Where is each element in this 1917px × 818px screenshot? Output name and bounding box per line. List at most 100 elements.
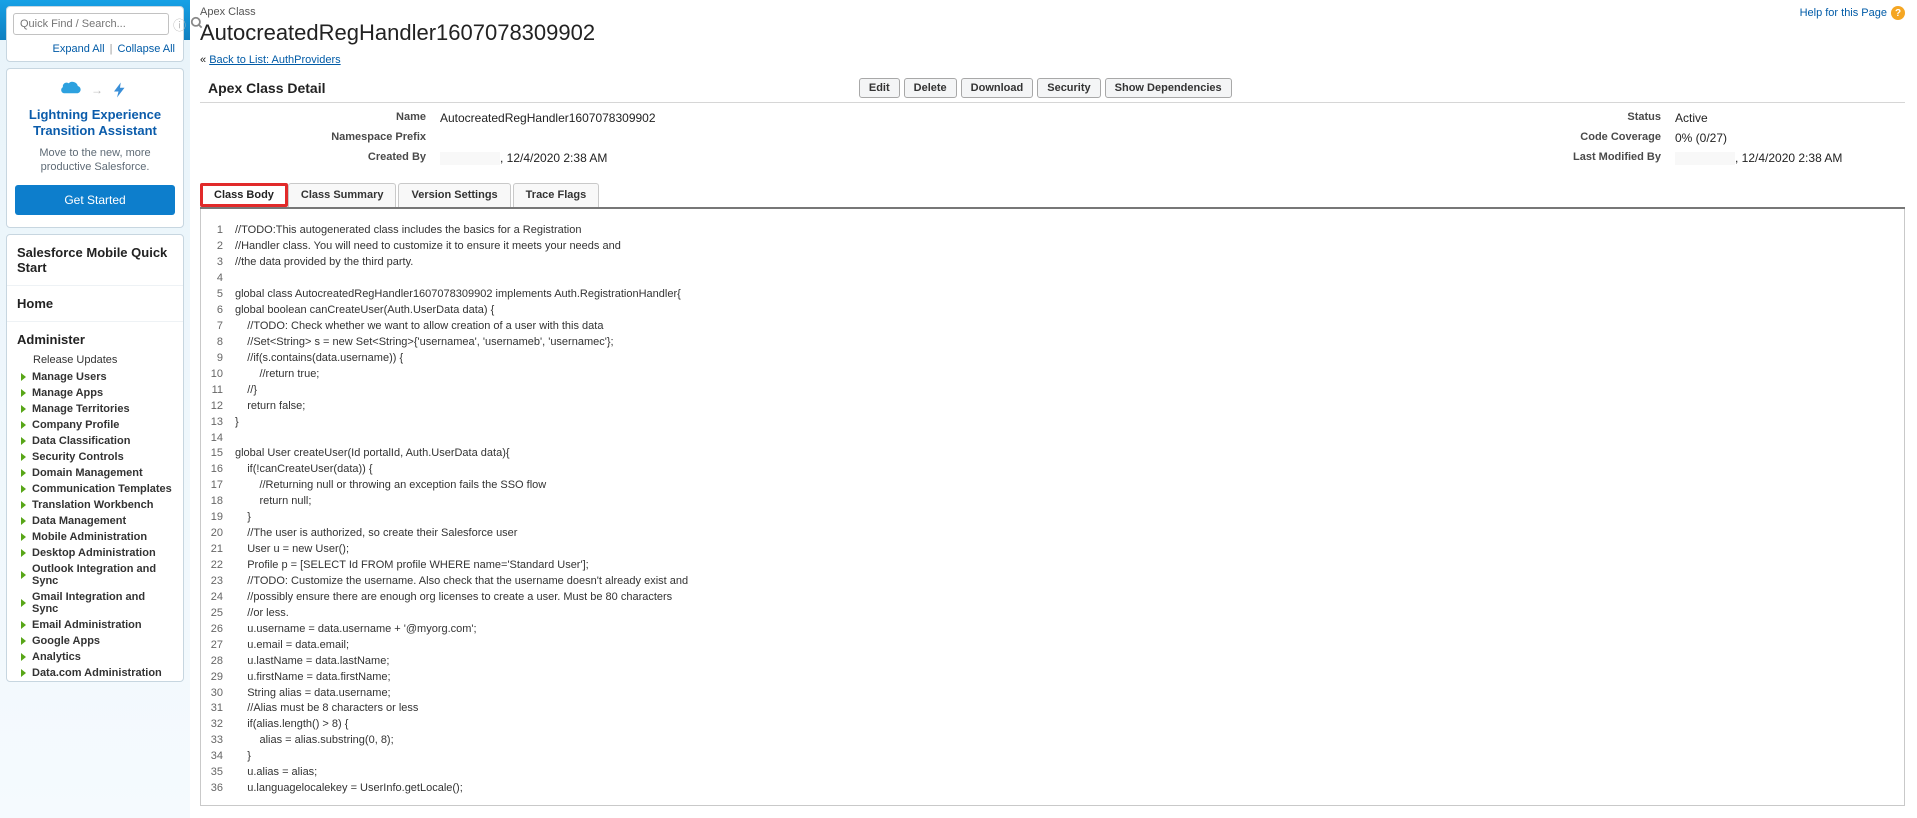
sidebar-item-desktop-administration[interactable]: Desktop Administration: [7, 545, 183, 561]
tab-class-body[interactable]: Class Body: [203, 186, 285, 204]
lex-transition-card: → Lightning Experience Transition Assist…: [6, 68, 184, 228]
expand-arrow-icon: [21, 421, 26, 429]
sidebar-item-manage-users[interactable]: Manage Users: [7, 369, 183, 385]
sidebar-item-data-classification[interactable]: Data Classification: [7, 433, 183, 449]
sidebar-item-translation-workbench[interactable]: Translation Workbench: [7, 497, 183, 513]
code-line: 6global boolean canCreateUser(Auth.UserD…: [201, 303, 1904, 319]
detail-tabs: Class Body Class Summary Version Setting…: [200, 183, 1905, 209]
show-dependencies-button[interactable]: Show Dependencies: [1105, 78, 1232, 98]
sidebar-item-data-management[interactable]: Data Management: [7, 513, 183, 529]
download-button[interactable]: Download: [961, 78, 1034, 98]
line-number: 13: [201, 415, 235, 431]
sidebar-item-data-com-administration[interactable]: Data.com Administration: [7, 665, 183, 681]
expand-arrow-icon: [21, 453, 26, 461]
search-help-icon: ⓘ: [173, 15, 186, 34]
line-text: u.languagelocalekey = UserInfo.getLocale…: [235, 781, 1904, 797]
search-input[interactable]: [13, 13, 169, 35]
back-link-prefix: «: [200, 54, 209, 66]
line-text: //TODO: Check whether we want to allow c…: [235, 319, 1904, 335]
line-text: [235, 431, 1904, 447]
code-line: 4: [201, 271, 1904, 287]
get-started-button[interactable]: Get Started: [15, 185, 175, 215]
edit-button[interactable]: Edit: [859, 78, 900, 98]
label-modified-by: Last Modified By: [870, 149, 1675, 165]
line-text: }: [235, 415, 1904, 431]
code-line: 31 //Alias must be 8 characters or less: [201, 701, 1904, 717]
sidebar-item-outlook-integration-and-sync[interactable]: Outlook Integration and Sync: [7, 561, 183, 589]
line-number: 15: [201, 446, 235, 462]
tab-trace-flags[interactable]: Trace Flags: [513, 183, 600, 207]
collapse-all-link[interactable]: Collapse All: [118, 43, 175, 55]
expand-arrow-icon: [21, 653, 26, 661]
tab-class-summary[interactable]: Class Summary: [288, 183, 397, 207]
help-for-page-link[interactable]: Help for this Page ?: [1800, 6, 1905, 20]
sidebar-item-label: Data.com Administration: [32, 667, 162, 679]
line-text: //return true;: [235, 367, 1904, 383]
code-line: 22 Profile p = [SELECT Id FROM profile W…: [201, 558, 1904, 574]
sidebar-item-label: Manage Users: [32, 371, 107, 383]
sidebar-item-label: Company Profile: [32, 419, 119, 431]
line-number: 27: [201, 638, 235, 654]
code-line: 21 User u = new User();: [201, 542, 1904, 558]
line-text: User u = new User();: [235, 542, 1904, 558]
line-text: alias = alias.substring(0, 8);: [235, 733, 1904, 749]
detail-section-title: Apex Class Detail: [200, 80, 326, 96]
expand-arrow-icon: [21, 533, 26, 541]
sidebar-item-company-profile[interactable]: Company Profile: [7, 417, 183, 433]
sidebar-item-label: Manage Apps: [32, 387, 103, 399]
sidebar-item-mobile-administration[interactable]: Mobile Administration: [7, 529, 183, 545]
sidebar-item-label: Data Classification: [32, 435, 130, 447]
line-number: 18: [201, 494, 235, 510]
security-button[interactable]: Security: [1037, 78, 1100, 98]
help-icon: ?: [1891, 6, 1905, 20]
sidebar-item-communication-templates[interactable]: Communication Templates: [7, 481, 183, 497]
sidebar-item-manage-apps[interactable]: Manage Apps: [7, 385, 183, 401]
code-line: 29 u.firstName = data.firstName;: [201, 670, 1904, 686]
code-line: 3//the data provided by the third party.: [201, 255, 1904, 271]
back-to-list-link[interactable]: Back to List: AuthProviders: [209, 54, 340, 66]
tab-class-body-highlight: Class Body: [200, 183, 288, 207]
lex-card-desc: Move to the new, more productive Salesfo…: [15, 146, 175, 176]
code-line: 17 //Returning null or throwing an excep…: [201, 478, 1904, 494]
sidebar-item-release-updates[interactable]: Release Updates: [7, 351, 183, 369]
sidebar-item-mobile-quickstart[interactable]: Salesforce Mobile Quick Start: [7, 235, 183, 286]
line-number: 20: [201, 526, 235, 542]
help-link-text: Help for this Page: [1800, 7, 1887, 19]
sidebar-item-email-administration[interactable]: Email Administration: [7, 617, 183, 633]
line-number: 30: [201, 686, 235, 702]
arrow-icon: →: [91, 83, 103, 97]
sidebar-item-domain-management[interactable]: Domain Management: [7, 465, 183, 481]
expand-arrow-icon: [21, 669, 26, 677]
sidebar-item-home[interactable]: Home: [7, 286, 183, 322]
search-box: ⓘ: [7, 7, 183, 41]
code-line: 7 //TODO: Check whether we want to allow…: [201, 319, 1904, 335]
expand-arrow-icon: [21, 373, 26, 381]
expand-all-link[interactable]: Expand All: [53, 43, 105, 55]
line-text: u.username = data.username + '@myorg.com…: [235, 622, 1904, 638]
sidebar-item-label: Security Controls: [32, 451, 124, 463]
code-line: 13}: [201, 415, 1904, 431]
expand-arrow-icon: [21, 571, 26, 579]
line-text: //Alias must be 8 characters or less: [235, 701, 1904, 717]
sidebar-item-label: Google Apps: [32, 635, 100, 647]
delete-button[interactable]: Delete: [904, 78, 957, 98]
line-number: 32: [201, 717, 235, 733]
sidebar-item-analytics[interactable]: Analytics: [7, 649, 183, 665]
sidebar-item-google-apps[interactable]: Google Apps: [7, 633, 183, 649]
line-text: //TODO:This autogenerated class includes…: [235, 223, 1904, 239]
expand-arrow-icon: [21, 637, 26, 645]
sidebar: ⓘ Expand All | Collapse All →: [0, 0, 190, 818]
code-line: 2//Handler class. You will need to custo…: [201, 239, 1904, 255]
redacted-user: [440, 152, 500, 165]
sidebar-item-security-controls[interactable]: Security Controls: [7, 449, 183, 465]
line-text: //Set<String> s = new Set<String>{'usern…: [235, 335, 1904, 351]
sidebar-item-manage-territories[interactable]: Manage Territories: [7, 401, 183, 417]
tab-version-settings[interactable]: Version Settings: [398, 183, 510, 207]
code-line: 15global User createUser(Id portalId, Au…: [201, 446, 1904, 462]
expand-arrow-icon: [21, 469, 26, 477]
line-text: if(alias.length() > 8) {: [235, 717, 1904, 733]
line-number: 33: [201, 733, 235, 749]
sidebar-item-gmail-integration-and-sync[interactable]: Gmail Integration and Sync: [7, 589, 183, 617]
value-coverage: 0% (0/27): [1675, 129, 1905, 145]
line-text: u.lastName = data.lastName;: [235, 654, 1904, 670]
